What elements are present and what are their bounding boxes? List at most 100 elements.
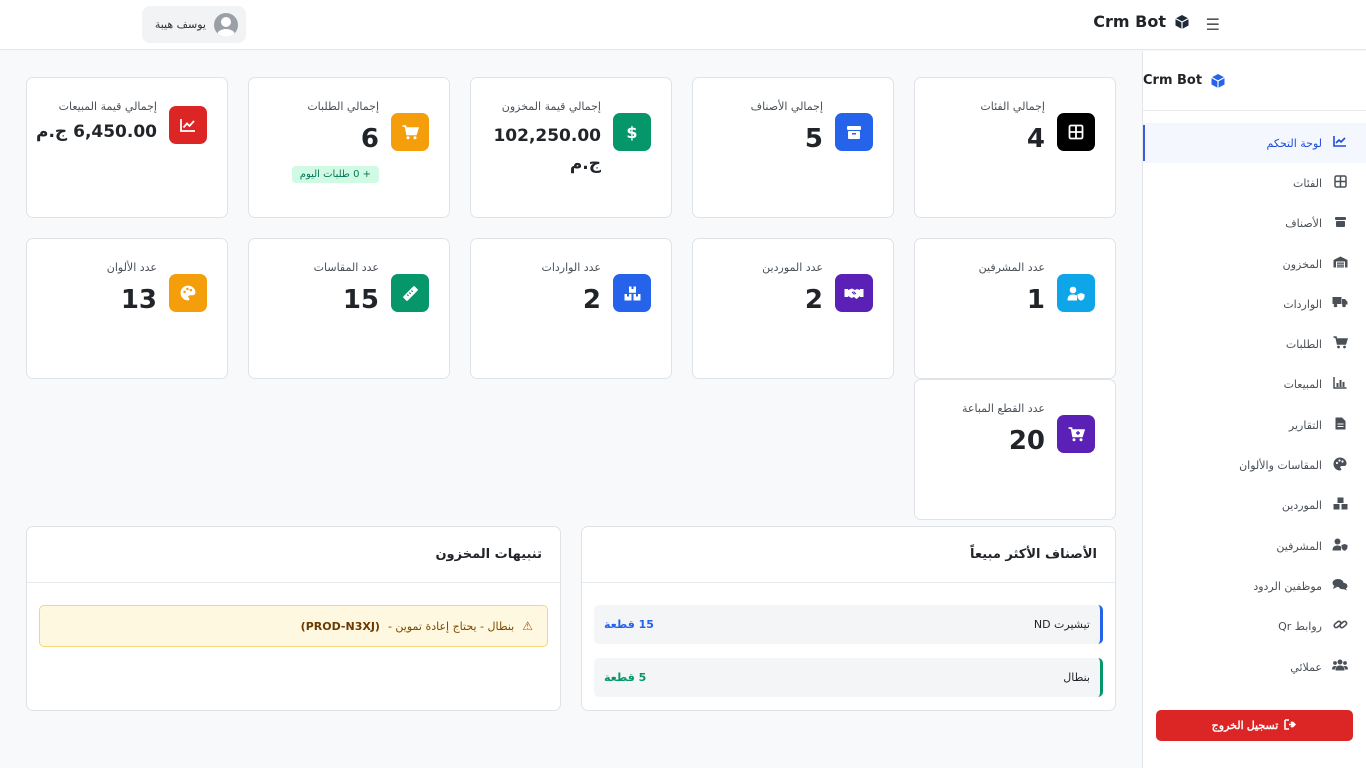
card-title: عدد الموردين xyxy=(762,261,823,274)
card-value: 6,450.00 ج.م xyxy=(36,122,157,142)
sidebar-item-categories[interactable]: الفئات xyxy=(1143,163,1366,203)
product-qty: 15 قطعة xyxy=(604,618,654,631)
card-total-inventory-value: إجمالي قيمة المخزون 102,250.00 ج.م $ xyxy=(470,77,672,218)
card-value: 2 xyxy=(582,285,601,315)
card-suppliers-count: عدد الموردين 2 xyxy=(692,238,894,379)
chart-line-icon xyxy=(169,106,207,144)
sidebar-item-label: الموردين xyxy=(1281,499,1322,513)
sidebar-brand[interactable]: Crm Bot xyxy=(1143,51,1366,111)
stock-alert: ⚠ بنطال - يحتاج إعادة تموين - (PROD-N3XJ… xyxy=(39,605,548,647)
link-icon xyxy=(1332,618,1348,635)
sidebar-item-reports[interactable]: التقارير xyxy=(1143,405,1366,445)
sidebar-item-label: روابط Qr xyxy=(1278,620,1322,634)
product-name: بنطال xyxy=(1063,671,1090,684)
card-total-categories: إجمالي الفئات 4 xyxy=(914,77,1116,218)
sidebar-item-label: موظفين الردود xyxy=(1253,579,1322,593)
sidebar-item-label: الأصناف xyxy=(1285,217,1322,231)
boxes-icon xyxy=(1332,497,1348,514)
sidebar-item-label: لوحة التحكم xyxy=(1266,136,1322,150)
dollar-icon: $ xyxy=(613,113,651,151)
logout-label: تسجيل الخروج xyxy=(1211,720,1279,732)
chart-line-icon xyxy=(1332,135,1348,151)
file-icon xyxy=(1332,417,1348,434)
cart-icon xyxy=(1332,336,1348,353)
sidebar-item-label: الفئات xyxy=(1293,176,1322,190)
sidebar-item-sizes-colors[interactable]: المقاسات والألوان xyxy=(1143,445,1366,485)
card-title: عدد الواردات xyxy=(541,261,601,274)
alert-text: بنطال - يحتاج إعادة تموين - xyxy=(387,619,515,633)
sidebar-item-label: المبيعات xyxy=(1283,378,1322,392)
card-title: عدد المشرفين xyxy=(978,261,1045,274)
sidebar-item-sales[interactable]: المبيعات xyxy=(1143,365,1366,405)
sidebar-item-suppliers[interactable]: الموردين xyxy=(1143,486,1366,526)
box-icon xyxy=(1332,216,1348,232)
warehouse-icon xyxy=(1332,256,1348,272)
sidebar-item-label: الواردات xyxy=(1283,297,1322,311)
sidebar-item-label: المخزون xyxy=(1282,257,1322,271)
top-brand[interactable]: Crm Bot xyxy=(1093,12,1190,31)
palette-icon xyxy=(1332,457,1348,475)
card-value: 2 xyxy=(804,285,823,315)
sidebar-item-label: عملائي xyxy=(1290,660,1322,674)
card-value: 5 xyxy=(804,124,823,154)
sidebar-item-my-clients[interactable]: عملائي xyxy=(1143,647,1366,687)
sidebar-item-label: المشرفين xyxy=(1276,539,1322,553)
card-title: إجمالي قيمة المبيعات xyxy=(58,100,157,113)
cart-icon xyxy=(391,113,429,151)
sidebar-item-dashboard[interactable]: لوحة التحكم xyxy=(1143,123,1366,164)
user-menu[interactable]: يوسف هيبة xyxy=(142,6,246,43)
box-icon xyxy=(835,113,873,151)
card-colors-count: عدد الألوان 13 xyxy=(26,238,228,379)
sidebar-item-reply-staff[interactable]: موظفين الردود xyxy=(1143,566,1366,606)
sidebar: Crm Bot لوحة التحكم الفئات الأصناف المخز… xyxy=(1142,51,1366,768)
grid-icon xyxy=(1057,113,1095,151)
card-title: عدد القطع المباعة xyxy=(962,402,1045,415)
bar-chart-icon xyxy=(1332,376,1348,393)
alert-code: (PROD-N3XJ) xyxy=(300,619,380,633)
sidebar-item-products[interactable]: الأصناف xyxy=(1143,204,1366,244)
comments-icon xyxy=(1332,578,1348,595)
boxes-icon xyxy=(613,274,651,312)
card-title: عدد المقاسات xyxy=(313,261,379,274)
user-shield-icon xyxy=(1057,274,1095,312)
sidebar-item-imports[interactable]: الواردات xyxy=(1143,284,1366,324)
panel-title: تنبيهات المخزون xyxy=(27,527,560,583)
card-title: إجمالي الفئات xyxy=(980,100,1045,113)
list-item: بنطال 5 قطعة xyxy=(594,658,1103,697)
card-title: إجمالي الطلبات xyxy=(307,100,379,113)
warning-icon: ⚠ xyxy=(522,619,533,633)
sidebar-item-orders[interactable]: الطلبات xyxy=(1143,324,1366,364)
card-supervisors-count: عدد المشرفين 1 xyxy=(914,238,1116,379)
stock-alerts-panel: تنبيهات المخزون ⚠ بنطال - يحتاج إعادة تم… xyxy=(26,526,561,711)
sidebar-item-supervisors[interactable]: المشرفين xyxy=(1143,526,1366,566)
sidebar-item-label: الطلبات xyxy=(1285,338,1322,352)
sidebar-item-qr-links[interactable]: روابط Qr xyxy=(1143,607,1366,647)
ruler-icon xyxy=(391,274,429,312)
card-title: عدد الألوان xyxy=(106,261,157,274)
card-value: 102,250.00 ج.م xyxy=(493,126,601,174)
user-shield-icon xyxy=(1332,538,1348,555)
logout-button[interactable]: تسجيل الخروج xyxy=(1156,710,1353,741)
card-value: 15 xyxy=(342,285,379,315)
card-sold-pieces-count: عدد القطع المباعة 20 xyxy=(914,379,1116,520)
card-value: 4 xyxy=(1026,124,1045,154)
sidebar-item-inventory[interactable]: المخزون xyxy=(1143,244,1366,284)
cart-plus-icon xyxy=(1057,415,1095,453)
card-value: 13 xyxy=(120,285,157,315)
today-orders-badge: + 0 طلبات اليوم xyxy=(291,166,379,183)
sidebar-item-label: التقارير xyxy=(1288,418,1322,432)
card-value: 6 xyxy=(360,124,379,154)
card-value: 20 xyxy=(1008,426,1045,456)
sign-out-icon xyxy=(1284,718,1297,733)
card-total-sales-value: إجمالي قيمة المبيعات 6,450.00 ج.م xyxy=(26,77,228,218)
user-name: يوسف هيبة xyxy=(154,18,206,31)
product-qty: 5 قطعة xyxy=(604,671,647,684)
handshake-icon xyxy=(835,274,873,312)
card-title: إجمالي الأصناف xyxy=(750,100,823,113)
card-title: إجمالي قيمة المخزون xyxy=(501,100,601,113)
product-name: تيشيرت ND xyxy=(1033,618,1090,631)
hamburger-icon[interactable]: ☰ xyxy=(1206,15,1220,34)
cube-icon xyxy=(1175,14,1189,29)
grid-icon xyxy=(1332,175,1348,192)
card-total-orders: إجمالي الطلبات 6 + 0 طلبات اليوم xyxy=(248,77,450,218)
